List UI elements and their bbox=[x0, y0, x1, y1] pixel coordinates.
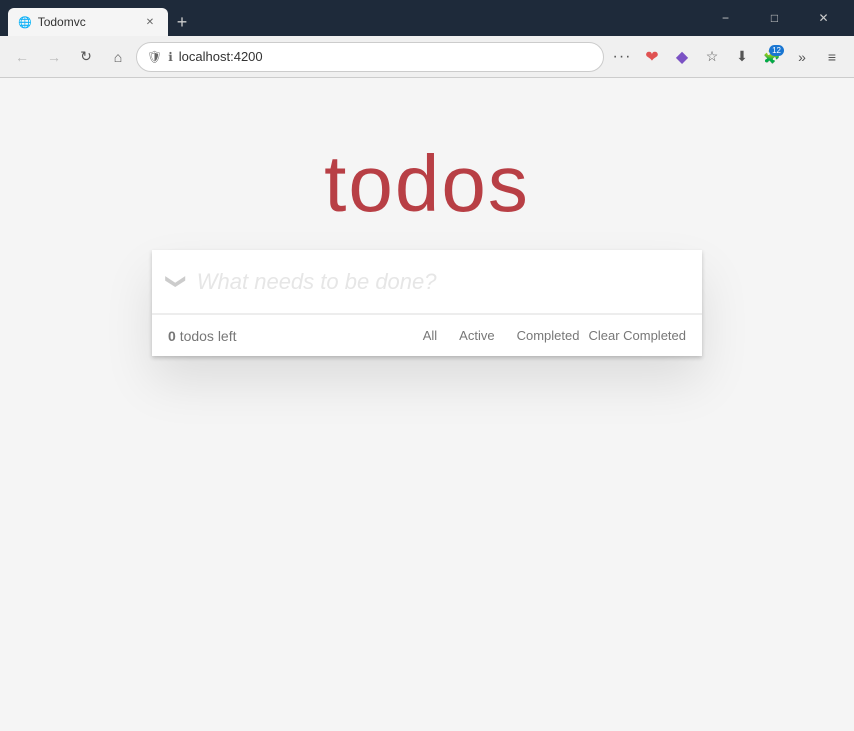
maximize-button[interactable]: □ bbox=[752, 3, 797, 33]
refresh-button[interactable]: ↻ bbox=[72, 43, 100, 71]
shield-icon: 🛡 bbox=[147, 50, 162, 64]
home-button[interactable]: ⌂ bbox=[104, 43, 132, 71]
bookmark-button[interactable]: ☆ bbox=[698, 43, 726, 71]
tab-bar: 🌐 Todomvc ✕ + bbox=[8, 0, 703, 36]
todo-filters: All Active Completed bbox=[414, 324, 589, 347]
close-button[interactable]: ✕ bbox=[801, 3, 846, 33]
active-tab[interactable]: 🌐 Todomvc ✕ bbox=[8, 8, 168, 36]
extensions-button[interactable]: 🧩 12 bbox=[758, 43, 786, 71]
extensions-badge: 12 bbox=[769, 45, 784, 57]
filter-all[interactable]: All bbox=[414, 324, 446, 347]
nav-bar: ← → ↻ ⌂ 🛡 ℹ ··· ❤ ◆ ☆ ⬇ 🧩 12 » ≡ bbox=[0, 36, 854, 78]
overflow-button[interactable]: » bbox=[788, 43, 816, 71]
app-title: todos bbox=[324, 138, 530, 230]
more-button[interactable]: ··· bbox=[608, 43, 636, 71]
page-content: todos ❯ 0 todos left All Active Complete… bbox=[0, 78, 854, 731]
title-bar: 🌐 Todomvc ✕ + − □ ✕ bbox=[0, 0, 854, 36]
todo-footer: 0 todos left All Active Completed Clear … bbox=[152, 314, 702, 356]
toggle-all-icon[interactable]: ❯ bbox=[164, 273, 189, 290]
menu-button[interactable]: ≡ bbox=[818, 43, 846, 71]
download-button[interactable]: ⬇ bbox=[728, 43, 756, 71]
info-icon: ℹ bbox=[168, 50, 173, 64]
tab-close-button[interactable]: ✕ bbox=[142, 14, 158, 30]
address-bar-container: 🛡 ℹ bbox=[136, 42, 604, 72]
minimize-button[interactable]: − bbox=[703, 3, 748, 33]
filter-completed[interactable]: Completed bbox=[508, 324, 589, 347]
tab-favicon: 🌐 bbox=[18, 16, 32, 29]
todo-input[interactable] bbox=[197, 269, 686, 295]
back-button[interactable]: ← bbox=[8, 43, 36, 71]
tab-title: Todomvc bbox=[38, 15, 136, 29]
nav-right-icons: ··· ❤ ◆ ☆ ⬇ 🧩 12 » ≡ bbox=[608, 43, 846, 71]
browser-window: 🌐 Todomvc ✕ + − □ ✕ ← → ↻ ⌂ 🛡 ℹ ··· ❤ ◆ … bbox=[0, 0, 854, 731]
todo-input-row: ❯ bbox=[152, 250, 702, 314]
pocket-icon[interactable]: ❤ bbox=[638, 43, 666, 71]
extension-icon[interactable]: ◆ bbox=[668, 43, 696, 71]
clear-completed-button[interactable]: Clear Completed bbox=[588, 328, 686, 343]
forward-button[interactable]: → bbox=[40, 43, 68, 71]
new-tab-button[interactable]: + bbox=[168, 8, 196, 36]
filter-active[interactable]: Active bbox=[450, 324, 503, 347]
window-controls: − □ ✕ bbox=[703, 3, 846, 33]
todo-app: ❯ 0 todos left All Active Completed Clea… bbox=[152, 250, 702, 356]
address-bar[interactable] bbox=[179, 49, 593, 64]
todo-count: 0 todos left bbox=[168, 328, 414, 344]
